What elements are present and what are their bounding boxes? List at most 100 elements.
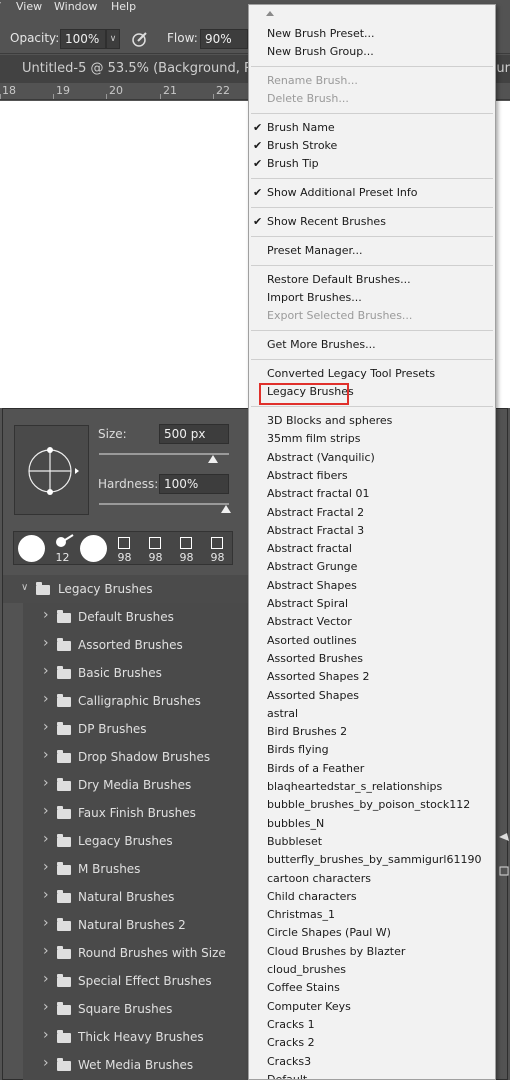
menu-item-brush-set[interactable]: Birds flying: [249, 741, 495, 759]
tree-item-round-brushes-with-size[interactable]: › Round Brushes with Size: [3, 939, 249, 967]
recent-brush-item[interactable]: 98: [172, 534, 201, 564]
menu-item-brush-set[interactable]: Assorted Shapes 2: [249, 668, 495, 686]
menu-item-import-brushes[interactable]: Import Brushes...: [249, 289, 495, 307]
recent-brush-item[interactable]: 98: [110, 534, 139, 564]
menu-item-brush-set[interactable]: Abstract Fractal 2: [249, 504, 495, 522]
tree-item-thick-heavy-brushes[interactable]: › Thick Heavy Brushes: [3, 1023, 249, 1051]
chevron-right-icon[interactable]: ›: [43, 943, 49, 959]
chevron-right-icon[interactable]: ›: [43, 1027, 49, 1043]
menu-item-brush-set[interactable]: bubbles_N: [249, 815, 495, 833]
tree-item-faux-finish-brushes[interactable]: › Faux Finish Brushes: [3, 799, 249, 827]
menu-item-brush-set[interactable]: Bubbleset: [249, 833, 495, 851]
tree-item-natural-brushes[interactable]: › Natural Brushes: [3, 883, 249, 911]
chevron-right-icon[interactable]: ›: [43, 747, 49, 763]
chevron-right-icon[interactable]: ›: [43, 635, 49, 651]
menu-item-brush-set[interactable]: Cracks 2: [249, 1034, 495, 1052]
menu-item-brush-set[interactable]: Birds of a Feather: [249, 760, 495, 778]
menu-item-new-brush-preset[interactable]: New Brush Preset...: [249, 25, 495, 43]
menu-help[interactable]: Help: [111, 0, 136, 13]
chevron-right-icon[interactable]: ›: [43, 1055, 49, 1071]
menu-item-preset-manager[interactable]: Preset Manager...: [249, 242, 495, 260]
chevron-down-icon[interactable]: ∨: [21, 582, 28, 593]
menu-item-brush-set[interactable]: Abstract Spiral: [249, 595, 495, 613]
menu-item-brush-set[interactable]: Default: [249, 1071, 495, 1079]
tree-item-legacy-brushes[interactable]: › Legacy Brushes: [3, 827, 249, 855]
chevron-right-icon[interactable]: ›: [43, 803, 49, 819]
tree-item-assorted-brushes[interactable]: › Assorted Brushes: [3, 631, 249, 659]
hardness-slider-track[interactable]: [99, 503, 229, 505]
chevron-right-icon[interactable]: ›: [43, 999, 49, 1015]
menu-item-brush-set[interactable]: blaqheartedstar_s_relationships: [249, 778, 495, 796]
tree-group-legacy-brushes[interactable]: ∨ Legacy Brushes: [3, 575, 249, 603]
chevron-right-icon[interactable]: ›: [43, 775, 49, 791]
menu-item-brush-set[interactable]: Child characters: [249, 888, 495, 906]
chevron-right-icon[interactable]: ›: [43, 859, 49, 875]
tree-item-drop-shadow-brushes[interactable]: › Drop Shadow Brushes: [3, 743, 249, 771]
menu-item-show-additional-preset-info[interactable]: ✔ Show Additional Preset Info: [249, 184, 495, 202]
recent-brush-item[interactable]: 98: [203, 534, 232, 564]
menu-item-brush-set[interactable]: Assorted Brushes: [249, 650, 495, 668]
tree-item-calligraphic-brushes[interactable]: › Calligraphic Brushes: [3, 687, 249, 715]
opacity-field[interactable]: 100%: [60, 29, 106, 49]
menu-item-brush-set[interactable]: Abstract fractal: [249, 540, 495, 558]
menu-item-brush-set[interactable]: bubble_brushes_by_poison_stock112: [249, 796, 495, 814]
flow-field[interactable]: 90%: [200, 29, 248, 49]
menu-item-brush-set[interactable]: Asorted outlines: [249, 632, 495, 650]
menu-item-brush-tip[interactable]: ✔ Brush Tip: [249, 155, 495, 173]
menu-item-new-brush-group[interactable]: New Brush Group...: [249, 43, 495, 61]
tree-item-special-effect-brushes[interactable]: › Special Effect Brushes: [3, 967, 249, 995]
menu-item-brush-set[interactable]: Abstract Grunge: [249, 558, 495, 576]
menu-item-brush-set[interactable]: Circle Shapes (Paul W): [249, 924, 495, 942]
scroll-up-arrow-icon[interactable]: [266, 11, 274, 16]
menu-item-brush-set[interactable]: Assorted Shapes: [249, 687, 495, 705]
recent-brush-item[interactable]: 98: [141, 534, 170, 564]
menu-item-brush-set[interactable]: Abstract Vector: [249, 613, 495, 631]
menu-item-brush-set[interactable]: Bird Brushes 2: [249, 723, 495, 741]
pressure-opacity-icon[interactable]: [130, 29, 150, 49]
recent-brush-item[interactable]: 12: [48, 534, 77, 564]
menu-item-brush-set[interactable]: Computer Keys: [249, 998, 495, 1016]
menu-item-converted-legacy-tool-presets[interactable]: Converted Legacy Tool Presets: [249, 365, 495, 383]
menu-item-brush-set[interactable]: Christmas_1: [249, 906, 495, 924]
tree-item-square-brushes[interactable]: › Square Brushes: [3, 995, 249, 1023]
menu-item-brush-set[interactable]: Abstract Fractal 3: [249, 522, 495, 540]
size-field[interactable]: 500 px: [159, 424, 229, 444]
tree-item-basic-brushes[interactable]: › Basic Brushes: [3, 659, 249, 687]
menu-item-brush-stroke[interactable]: ✔ Brush Stroke: [249, 137, 495, 155]
menu-item-brush-set[interactable]: Cracks3: [249, 1053, 495, 1071]
size-slider-handle[interactable]: [208, 455, 218, 463]
chevron-right-icon[interactable]: ›: [43, 971, 49, 987]
chevron-right-icon[interactable]: ›: [43, 607, 49, 623]
chevron-right-icon[interactable]: ›: [43, 887, 49, 903]
chevron-right-icon[interactable]: ›: [43, 663, 49, 679]
menu-item-brush-name[interactable]: ✔ Brush Name: [249, 119, 495, 137]
menu-item-brush-set[interactable]: Abstract fibers: [249, 467, 495, 485]
menu-item-brush-set[interactable]: Cracks 1: [249, 1016, 495, 1034]
menu-item-restore-default-brushes[interactable]: Restore Default Brushes...: [249, 271, 495, 289]
chevron-right-icon[interactable]: ›: [43, 691, 49, 707]
tree-item-wet-media-brushes[interactable]: › Wet Media Brushes: [3, 1051, 249, 1079]
menu-item-brush-set[interactable]: 35mm film strips: [249, 430, 495, 448]
tree-item-dry-media-brushes[interactable]: › Dry Media Brushes: [3, 771, 249, 799]
menu-item-brush-set[interactable]: 3D Blocks and spheres: [249, 412, 495, 430]
chevron-right-icon[interactable]: ›: [43, 831, 49, 847]
hardness-field[interactable]: 100%: [159, 474, 229, 494]
menu-item-brush-set[interactable]: cloud_brushes: [249, 961, 495, 979]
tree-item-m-brushes[interactable]: › M Brushes: [3, 855, 249, 883]
menu-item-brush-set[interactable]: Coffee Stains: [249, 979, 495, 997]
menu-item-show-recent-brushes[interactable]: ✔ Show Recent Brushes: [249, 213, 495, 231]
menu-item-get-more-brushes[interactable]: Get More Brushes...: [249, 336, 495, 354]
hardness-slider-handle[interactable]: [221, 505, 231, 513]
brush-tip-preview[interactable]: [14, 425, 89, 515]
tree-item-dp-brushes[interactable]: › DP Brushes: [3, 715, 249, 743]
recent-brush-item[interactable]: [79, 534, 108, 564]
menu-item-brush-set[interactable]: Cloud Brushes by Blazter: [249, 943, 495, 961]
menu-item-brush-set[interactable]: butterfly_brushes_by_sammigurl61190: [249, 851, 495, 869]
menu-item-brush-set[interactable]: Abstract Shapes: [249, 577, 495, 595]
menu-window[interactable]: Window: [54, 0, 97, 13]
menu-item-brush-set[interactable]: astral: [249, 705, 495, 723]
tree-item-natural-brushes-2[interactable]: › Natural Brushes 2: [3, 911, 249, 939]
menu-view[interactable]: View: [16, 0, 42, 13]
tree-item-default-brushes[interactable]: › Default Brushes: [3, 603, 249, 631]
chevron-right-icon[interactable]: ›: [43, 915, 49, 931]
